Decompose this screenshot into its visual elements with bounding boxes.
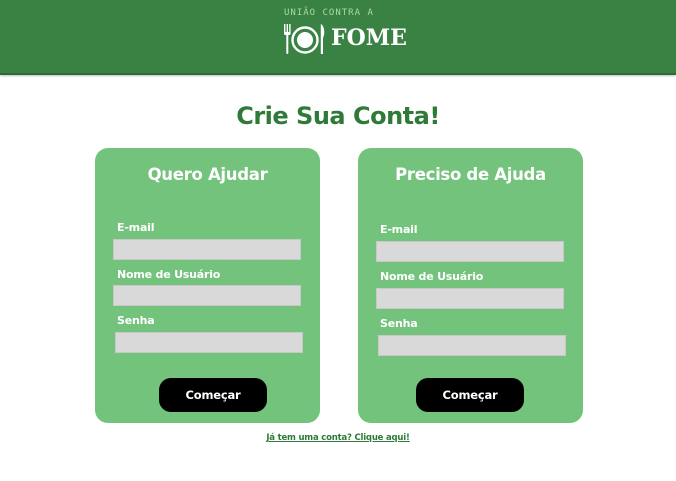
- logo[interactable]: UNIÃO CONTRA A FOME: [282, 8, 407, 56]
- logo-wordmark: FOME: [331, 25, 407, 51]
- start-button[interactable]: Começar: [159, 378, 267, 412]
- username-label: Nome de Usuário: [117, 268, 221, 281]
- email-label: E-mail: [380, 223, 418, 236]
- password-field[interactable]: [115, 332, 303, 353]
- start-button[interactable]: Começar: [416, 378, 524, 412]
- password-field[interactable]: [378, 335, 566, 356]
- card-quero-ajudar: Quero Ajudar E-mail Nome de Usuário Senh…: [95, 148, 320, 423]
- password-label: Senha: [117, 314, 155, 327]
- login-link[interactable]: Já tem uma conta? Clique aqui!: [0, 433, 676, 443]
- card-title: Preciso de Ajuda: [395, 165, 546, 184]
- page-title: Crie Sua Conta!: [236, 102, 440, 130]
- logo-tagline: UNIÃO CONTRA A: [284, 8, 374, 18]
- email-label: E-mail: [117, 221, 155, 234]
- username-field[interactable]: [113, 285, 301, 306]
- username-field[interactable]: [376, 288, 564, 309]
- plate-fork-knife-icon: [284, 24, 325, 54]
- site-header: UNIÃO CONTRA A FOME: [0, 0, 676, 75]
- card-title: Quero Ajudar: [147, 165, 268, 184]
- username-label: Nome de Usuário: [380, 270, 484, 283]
- email-field[interactable]: [376, 241, 564, 262]
- card-preciso-de-ajuda: Preciso de Ajuda E-mail Nome de Usuário …: [358, 148, 583, 423]
- password-label: Senha: [380, 317, 418, 330]
- email-field[interactable]: [113, 239, 301, 260]
